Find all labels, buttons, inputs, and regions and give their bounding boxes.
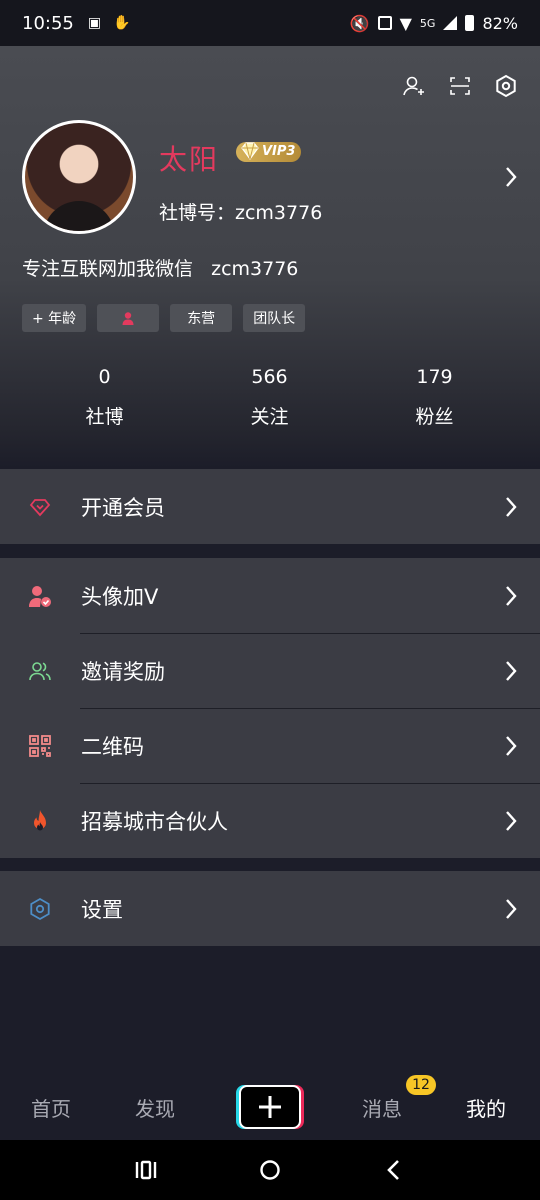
nav-messages[interactable]: 消息	[362, 1093, 402, 1122]
network-type: 5G	[419, 16, 436, 30]
chevron-right-icon	[506, 736, 517, 756]
back-icon[interactable]	[386, 1159, 400, 1181]
tag-location[interactable]: 东营	[170, 304, 233, 332]
signal-icon	[443, 16, 458, 30]
mute-icon: 🔇	[349, 13, 370, 33]
avatar[interactable]	[22, 120, 136, 234]
stat-label: 关注	[250, 406, 289, 428]
chevron-right-icon[interactable]	[504, 166, 518, 192]
tag-age[interactable]: + 年龄	[22, 304, 87, 332]
users-icon	[29, 662, 51, 681]
scan-icon[interactable]	[448, 74, 472, 98]
menu-item-city-partner[interactable]: 招募城市合伙人	[0, 783, 540, 858]
menu-group-membership: 开通会员	[0, 469, 540, 544]
menu-item-membership[interactable]: 开通会员	[0, 469, 540, 544]
settings-icon[interactable]	[494, 74, 518, 98]
menu-item-invite-rewards[interactable]: 邀请奖励	[0, 633, 540, 708]
add-friend-icon[interactable]	[402, 74, 426, 98]
chevron-right-icon	[506, 661, 517, 681]
home-circle-icon[interactable]	[259, 1159, 281, 1181]
gesture-icon: ✋	[113, 15, 131, 31]
user-verified-icon	[29, 586, 51, 607]
nav-mine[interactable]: 我的	[466, 1093, 506, 1122]
add-post-button[interactable]	[239, 1085, 301, 1129]
user-name: 太阳	[159, 143, 220, 176]
tags: + 年龄 东营 团队长	[22, 304, 306, 332]
stat-label: 社博	[85, 406, 124, 428]
bio: 专注互联网加我微信 zcm3776	[22, 258, 299, 280]
profile-header: 太阳 VIP3 社博号：zcm3776 专注互联网加我微信 zcm3776 + …	[0, 46, 540, 468]
vibrate-icon	[377, 16, 392, 30]
status-time: 10:55	[22, 12, 74, 34]
battery-percent: 82%	[482, 13, 518, 33]
person-icon	[122, 312, 134, 325]
stat-followers[interactable]: 179 粉丝	[352, 366, 517, 429]
menu-item-qr-code[interactable]: 二维码	[0, 708, 540, 783]
menu-label: 邀请奖励	[81, 659, 165, 684]
gem-icon	[29, 499, 51, 517]
menu-label: 二维码	[81, 734, 144, 759]
stat-following[interactable]: 566 关注	[187, 366, 352, 429]
menu-label: 开通会员	[81, 495, 165, 520]
menu-item-settings[interactable]: 设置	[0, 871, 540, 946]
vip-label: VIP3	[262, 144, 296, 159]
tag-role[interactable]: 团队长	[243, 304, 306, 332]
settings-icon	[30, 897, 50, 921]
menu-item-avatar-v[interactable]: 头像加V	[0, 558, 540, 633]
status-bar: 10:55 ▣ ✋ 🔇 ▼ 5G 82%	[0, 0, 540, 46]
stats: 0 社博 566 关注 179 粉丝	[0, 366, 540, 429]
notification-icon: ▣	[87, 15, 102, 31]
messages-badge: 12	[406, 1075, 436, 1095]
menu-group-settings: 设置	[0, 871, 540, 946]
tag-gender[interactable]	[97, 304, 160, 332]
nav-home[interactable]: 首页	[31, 1093, 71, 1122]
chevron-right-icon	[506, 497, 517, 517]
chevron-right-icon	[506, 811, 517, 831]
flame-icon	[34, 810, 46, 831]
stat-value: 0	[98, 366, 111, 388]
menu-group-features: 头像加V 邀请奖励 二维码 招募城市合伙人	[0, 558, 540, 858]
battery-icon	[465, 15, 475, 31]
vip-badge[interactable]: VIP3	[236, 142, 302, 162]
diamond-icon	[241, 142, 259, 161]
menu-label: 设置	[81, 897, 123, 922]
chevron-right-icon	[506, 586, 517, 606]
plus-icon	[259, 1096, 281, 1118]
stat-label: 粉丝	[415, 406, 454, 428]
stat-value: 566	[251, 366, 288, 388]
qr-code-icon	[29, 735, 51, 757]
stat-value: 179	[416, 366, 453, 388]
stat-posts[interactable]: 0 社博	[22, 366, 187, 429]
chevron-right-icon	[506, 899, 517, 919]
nav-discover[interactable]: 发现	[135, 1093, 175, 1122]
bottom-nav: 首页 发现 消息 12 我的	[0, 1075, 540, 1140]
system-nav-bar	[0, 1140, 540, 1200]
menu-label: 招募城市合伙人	[81, 809, 228, 834]
social-id: 社博号：zcm3776	[159, 202, 323, 224]
wifi-icon: ▼	[399, 13, 412, 33]
menu-label: 头像加V	[81, 584, 159, 609]
recent-apps-icon[interactable]	[135, 1160, 157, 1180]
